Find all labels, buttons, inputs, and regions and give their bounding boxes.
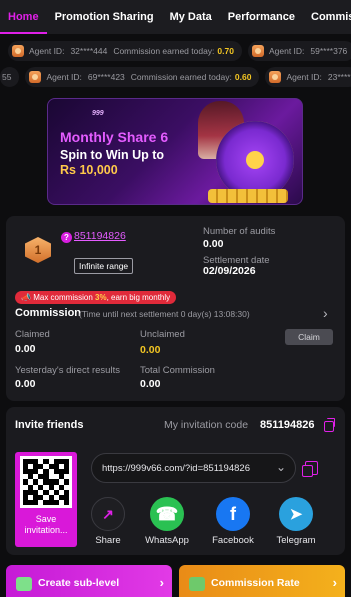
agent-summary-card: 1 ? 851194826 Infinite range Number of a…: [6, 216, 345, 401]
medal-icon: [12, 45, 24, 57]
agent-id-link[interactable]: 851194826: [74, 230, 126, 242]
page: Home Promotion Sharing My Data Performan…: [0, 0, 351, 597]
telegram-icon: ➤: [279, 497, 313, 531]
help-icon[interactable]: ?: [61, 232, 72, 243]
ticker-agent-id: 69****423: [87, 72, 125, 82]
ticker-id-label: Agent ID:: [29, 46, 65, 56]
rank-number: 1: [34, 243, 42, 257]
chevron-right-icon: ›: [332, 575, 337, 590]
rank-badge-icon: 1: [25, 233, 51, 263]
prize-wheel-illustration: [216, 121, 294, 199]
share-label: Share: [95, 535, 121, 546]
whatsapp-label: WhatsApp: [145, 535, 189, 546]
ticker-agent-id: 32****444: [70, 46, 108, 56]
tab-my-data[interactable]: My Data: [162, 0, 220, 34]
chevron-right-icon[interactable]: ›: [323, 305, 328, 321]
tab-home[interactable]: Home: [0, 0, 47, 34]
copy-link-icon[interactable]: [302, 461, 318, 477]
copy-code-icon[interactable]: [324, 418, 335, 432]
audits-label: Number of audits: [203, 226, 276, 237]
commission-ticker-row: 55 Agent ID: 69****423 Commission earned…: [0, 66, 351, 88]
ticker-item: Agent ID: 59****376: [247, 41, 351, 61]
tab-bar: Home Promotion Sharing My Data Performan…: [0, 0, 351, 34]
chevron-right-icon: ›: [159, 575, 164, 590]
invitation-link: https://999v66.com/?id=851194826: [102, 463, 250, 474]
telegram-label: Telegram: [276, 535, 316, 546]
facebook-icon: f: [216, 497, 250, 531]
share-icon: ↗: [91, 497, 125, 531]
ticker-agent-id: 23****: [327, 72, 351, 82]
banner-amount: Rs 10,000: [60, 163, 118, 177]
qr-code-image: [20, 456, 72, 508]
ticker-id-label: Agent ID:: [268, 46, 305, 56]
chevron-down-icon[interactable]: ⌄: [276, 460, 286, 474]
create-sub-level-label: Create sub-level: [38, 577, 120, 589]
ticker-text: Commission earned today:: [130, 72, 232, 82]
tab-commission[interactable]: Commission: [303, 0, 351, 34]
whatsapp-icon: ☎: [150, 497, 184, 531]
commission-ticker-row: Agent ID: 32****444 Commission earned to…: [0, 40, 351, 62]
create-sub-level-button[interactable]: Create sub-level ›: [6, 565, 172, 597]
total-commission-value: 0.00: [140, 378, 161, 390]
ticker-id-label: Agent ID:: [46, 72, 82, 82]
settlement-date-value: 02/09/2026: [203, 265, 256, 277]
claimed-label: Claimed: [15, 329, 50, 340]
qr-code-panel: Save invitation...: [15, 452, 77, 547]
ticker-amount: 0.60: [234, 72, 252, 82]
claim-button[interactable]: Claim: [285, 329, 333, 345]
facebook-option[interactable]: f Facebook: [206, 497, 260, 546]
medal-icon: [29, 71, 42, 83]
invitation-link-field[interactable]: https://999v66.com/?id=851194826 ⌄: [91, 453, 296, 483]
ticker-item: 55: [0, 67, 20, 87]
invite-title: Invite friends: [15, 419, 84, 431]
tab-performance[interactable]: Performance: [220, 0, 303, 34]
yesterday-results-label: Yesterday's direct results: [15, 365, 120, 376]
telegram-option[interactable]: ➤ Telegram: [269, 497, 323, 546]
whatsapp-option[interactable]: ☎ WhatsApp: [140, 497, 194, 546]
medal-icon: [251, 45, 264, 57]
settlement-countdown: (Time until next settlement 0 day(s) 13:…: [79, 309, 250, 319]
ticker-lead-text: 55: [2, 72, 12, 82]
flame-icon: 📣: [21, 293, 31, 302]
ticker-agent-id: 59****376: [310, 46, 348, 56]
invite-friends-card: Invite friends My invitation code 851194…: [6, 407, 345, 555]
claimed-value: 0.00: [15, 343, 36, 355]
commission-title: Commission: [15, 307, 82, 319]
banner-title: Monthly Share 6: [60, 129, 169, 145]
medal-icon: [269, 71, 282, 83]
ticker-item: Agent ID: 23****: [265, 67, 351, 87]
max-commission-pill: 📣 Max commission 3%, earn big monthly: [15, 291, 177, 304]
commission-rate-button[interactable]: Commission Rate ›: [179, 565, 345, 597]
unclaimed-label: Unclaimed: [140, 329, 185, 340]
ticker-item: Agent ID: 69****423 Commission earned to…: [25, 67, 260, 87]
commission-rate-label: Commission Rate: [211, 577, 300, 589]
total-commission-label: Total Commission: [140, 365, 215, 376]
ticker-id-label: Agent ID:: [286, 72, 322, 82]
add-user-icon: [16, 577, 32, 591]
ticker-item: Agent ID: 32****444 Commission earned to…: [8, 41, 242, 61]
facebook-label: Facebook: [212, 535, 254, 546]
share-option[interactable]: ↗ Share: [81, 497, 135, 546]
brand-logo: 999: [92, 110, 104, 117]
ticker-text: Commission earned today:: [113, 46, 215, 56]
yesterday-results-value: 0.00: [15, 378, 36, 390]
tab-promotion-sharing[interactable]: Promotion Sharing: [47, 0, 162, 34]
ticker-amount: 0.70: [217, 46, 234, 56]
rate-icon: [189, 577, 205, 591]
save-invitation-button[interactable]: Save invitation...: [15, 514, 77, 536]
invitation-code-label: My invitation code: [164, 419, 249, 431]
unclaimed-value: 0.00: [140, 344, 161, 356]
invitation-code: 851194826: [260, 419, 315, 431]
range-tag: Infinite range: [74, 258, 134, 274]
banner-subtitle: Spin to Win Up to: [60, 148, 165, 162]
audits-value: 0.00: [203, 238, 224, 250]
promo-banner[interactable]: 999 Monthly Share 6 Spin to Win Up to Rs…: [47, 98, 303, 205]
coins-illustration: [208, 189, 288, 203]
